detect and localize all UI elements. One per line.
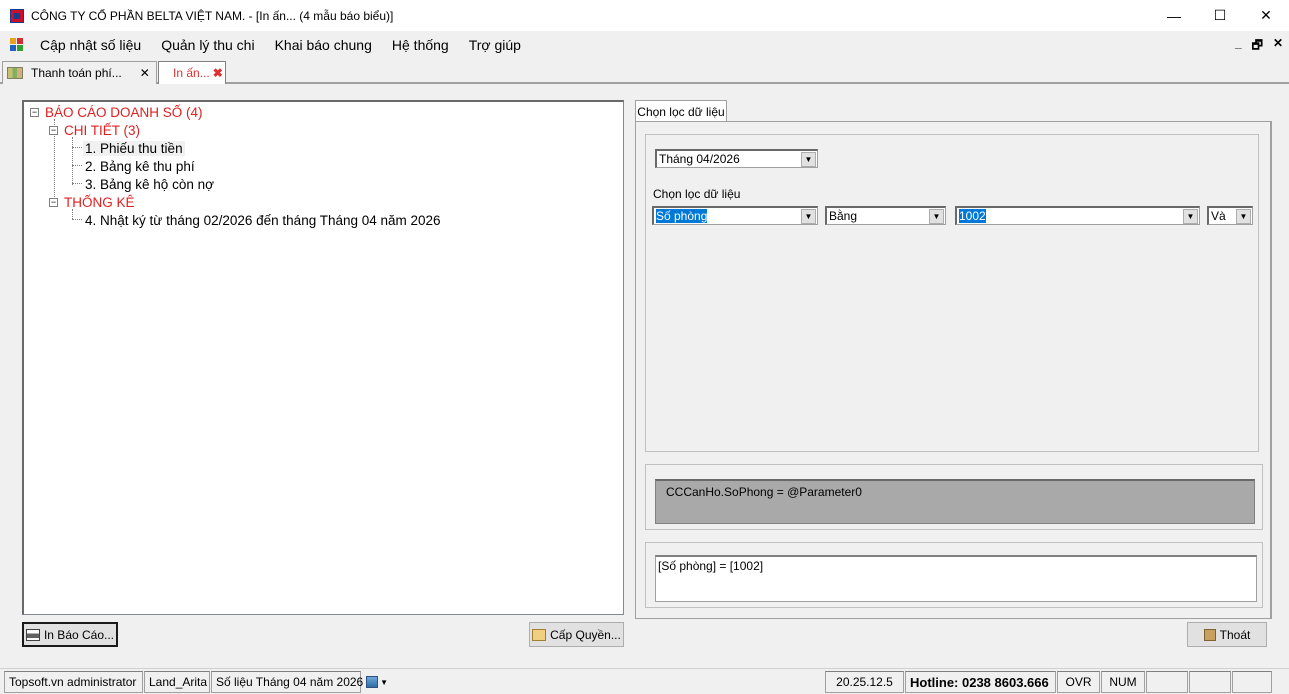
tree-node-phieu-thu-tien[interactable]: 1. Phiếu thu tiền: [83, 139, 185, 157]
tree-node-label: 4. Nhật ký từ tháng 02/2026 đến tháng Th…: [85, 212, 441, 228]
tree-node-nhat-ky[interactable]: 4. Nhật ký từ tháng 02/2026 đến tháng Th…: [85, 211, 441, 229]
filter-tab-page: Tháng 04/2026 ▼ Chọn lọc dữ liệu Số phòn…: [635, 121, 1272, 619]
document-tab-bar: Thanh toán phí... ✕ In ấn... ✖: [0, 59, 1289, 84]
image-dropdown-icon[interactable]: ▼: [362, 671, 392, 693]
tab-label: Thanh toán phí...: [31, 66, 122, 80]
tab-label: In ấn...: [173, 66, 210, 80]
tab-chon-loc-du-lieu[interactable]: Chọn lọc dữ liệu: [635, 100, 727, 122]
close-window-button[interactable]: ✕: [1243, 0, 1289, 31]
tab-close-icon[interactable]: ✕: [140, 66, 150, 80]
report-tree[interactable]: − BÁO CÁO DOANH SỐ (4) − CHI TIẾT (3) 1.…: [22, 100, 624, 615]
status-empty-1: [1146, 671, 1188, 693]
map-icon: [7, 67, 23, 79]
tab-close-icon[interactable]: ✖: [213, 66, 223, 80]
sql-expression-box: CCCanHo.SoPhong = @Parameter0: [655, 479, 1255, 524]
field-select-value: Số phòng: [656, 209, 708, 223]
status-hotline: Hotline: 0238 8603.666: [905, 671, 1056, 693]
status-user: Topsoft.vn administrator: [4, 671, 143, 693]
tree-connector: [72, 147, 82, 148]
print-report-button[interactable]: In Báo Cáo...: [22, 622, 118, 647]
mdi-close-button[interactable]: ✕: [1273, 36, 1283, 57]
status-period: Số liệu Tháng 04 năm 2026: [211, 671, 363, 693]
app-logo-icon: [10, 8, 24, 23]
expression-group: CCCanHo.SoPhong = @Parameter0: [645, 464, 1263, 530]
button-label: Cấp Quyền...: [550, 627, 621, 642]
tree-connector: [72, 165, 82, 166]
logic-select-value: Và: [1211, 209, 1226, 223]
menu-quan-ly-thu-chi[interactable]: Quản lý thu chi: [151, 37, 264, 53]
minimize-button[interactable]: —: [1151, 0, 1197, 31]
tree-connector: [72, 137, 73, 185]
status-num: NUM: [1101, 671, 1145, 693]
status-empty-3: [1232, 671, 1272, 693]
grant-permission-button[interactable]: Cấp Quyền...: [529, 622, 624, 647]
field-select[interactable]: Số phòng ▼: [652, 206, 818, 225]
readable-filter-text[interactable]: [Số phòng] = [1002]: [655, 555, 1257, 602]
menu-tro-giup[interactable]: Trợ giúp: [459, 37, 531, 53]
chevron-down-icon[interactable]: ▼: [801, 151, 816, 167]
tab-in-an[interactable]: In ấn... ✖: [158, 61, 226, 84]
tree-connector: [72, 183, 82, 184]
exit-door-icon: [1203, 628, 1216, 641]
month-select[interactable]: Tháng 04/2026 ▼: [655, 149, 818, 168]
filter-section-label: Chọn lọc dữ liệu: [653, 187, 741, 201]
chevron-down-icon[interactable]: ▼: [1183, 208, 1198, 224]
menu-khai-bao-chung[interactable]: Khai báo chung: [265, 37, 382, 53]
tree-connector: [72, 219, 82, 220]
tree-node-thong-ke[interactable]: − THỐNG KÊ: [49, 193, 135, 211]
chevron-down-icon[interactable]: ▼: [801, 208, 816, 224]
permission-icon: [532, 628, 547, 641]
system-menu-icon[interactable]: [10, 38, 24, 52]
tree-node-label: BÁO CÁO DOANH SỐ (4): [45, 104, 203, 120]
button-label: In Báo Cáo...: [43, 627, 115, 642]
tree-node-label: 3. Bảng kê hộ còn nợ: [85, 176, 214, 192]
collapse-icon[interactable]: −: [30, 107, 39, 117]
status-ovr: OVR: [1057, 671, 1100, 693]
status-version: 20.25.12.5: [825, 671, 904, 693]
value-select[interactable]: 1002 ▼: [955, 206, 1200, 225]
tree-node-label: CHI TIẾT (3): [64, 122, 141, 138]
printer-icon: [25, 628, 40, 641]
operator-select-value: Bằng: [829, 209, 858, 223]
menu-he-thong[interactable]: Hệ thống: [382, 37, 459, 53]
tab-label: Chọn lọc dữ liệu: [637, 104, 725, 119]
mdi-restore-button[interactable]: 🗗: [1252, 36, 1263, 57]
menu-bar: Cập nhật số liệu Quản lý thu chi Khai bá…: [0, 31, 1289, 59]
status-bar: Topsoft.vn administrator Land_Arita Số l…: [0, 668, 1289, 694]
status-project: Land_Arita: [144, 671, 210, 693]
exit-button[interactable]: Thoát: [1187, 622, 1267, 647]
value-select-value: 1002: [959, 209, 986, 223]
tree-node-label: 2. Bảng kê thu phí: [85, 158, 195, 174]
maximize-button[interactable]: ☐: [1197, 0, 1243, 31]
logic-select[interactable]: Và ▼: [1207, 206, 1253, 225]
collapse-icon[interactable]: −: [49, 197, 58, 207]
month-select-value: Tháng 04/2026: [659, 152, 740, 166]
tree-node-bang-ke-ho-con-no[interactable]: 3. Bảng kê hộ còn nợ: [85, 175, 214, 193]
mdi-minimize-button[interactable]: _: [1235, 36, 1242, 57]
chevron-down-icon[interactable]: ▼: [929, 208, 944, 224]
button-label: Thoát: [1219, 627, 1251, 642]
collapse-icon[interactable]: −: [49, 125, 58, 135]
tree-node-chi-tiet[interactable]: − CHI TIẾT (3): [49, 121, 140, 139]
operator-select[interactable]: Bằng ▼: [825, 206, 946, 225]
window-title: CÔNG TY CỔ PHẦN BELTA VIỆT NAM. - [In ấn…: [31, 8, 394, 23]
title-bar: CÔNG TY CỔ PHẦN BELTA VIỆT NAM. - [In ấn…: [0, 0, 1289, 31]
status-empty-2: [1189, 671, 1231, 693]
chevron-down-icon[interactable]: ▼: [1236, 208, 1251, 224]
tree-node-label: 1. Phiếu thu tiền: [83, 140, 185, 156]
menu-cap-nhat-so-lieu[interactable]: Cập nhật số liệu: [30, 37, 151, 53]
tree-node-label: THỐNG KÊ: [64, 194, 135, 210]
tab-thanh-toan-phi[interactable]: Thanh toán phí... ✕: [2, 61, 157, 84]
tree-node-bao-cao-doanh-so[interactable]: − BÁO CÁO DOANH SỐ (4): [30, 103, 203, 121]
readable-filter-group: [Số phòng] = [1002]: [645, 542, 1263, 608]
filter-criteria-group: Tháng 04/2026 ▼ Chọn lọc dữ liệu Số phòn…: [645, 134, 1259, 452]
tree-node-bang-ke-thu-phi[interactable]: 2. Bảng kê thu phí: [85, 157, 195, 175]
